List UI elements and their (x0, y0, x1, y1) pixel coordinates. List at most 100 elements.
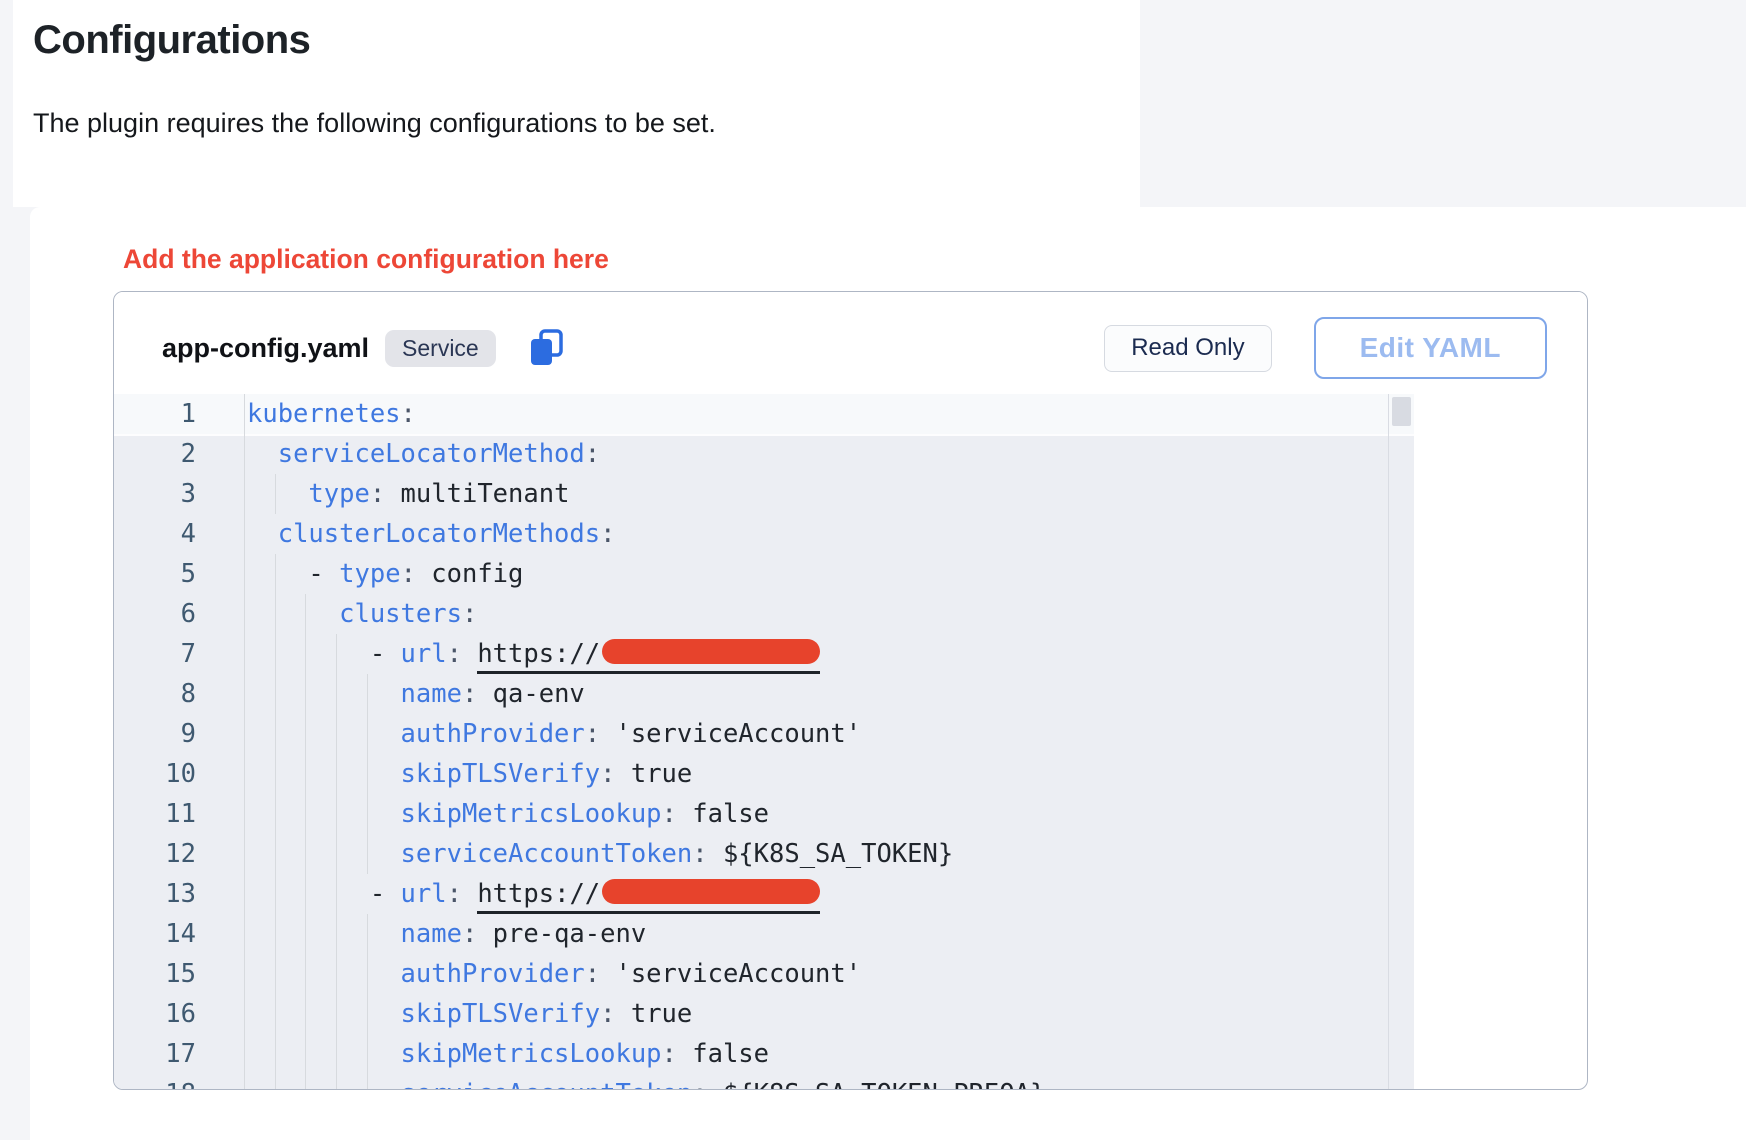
indent-guide (305, 674, 306, 714)
indent-guide (336, 754, 337, 794)
indent-guide (367, 794, 368, 834)
indent-guide (305, 834, 306, 874)
code-line: 17 skipMetricsLookup: false (114, 1034, 1414, 1074)
line-number: 5 (114, 554, 196, 594)
indent-guide (244, 914, 245, 954)
code-lines: 1kubernetes:2 serviceLocatorMethod:3 typ… (114, 394, 1414, 1090)
indent-guide (336, 914, 337, 954)
line-number: 13 (114, 874, 196, 914)
code-line: 18 serviceAccountToken: ${K8S_SA_TOKEN_P… (114, 1074, 1414, 1090)
indent-guide (275, 1074, 276, 1090)
indent-guide (244, 434, 245, 474)
code-editor[interactable]: 1kubernetes:2 serviceLocatorMethod:3 typ… (114, 394, 1414, 1090)
code-line: 7 - url: https:// (114, 634, 1414, 674)
indent-guide (244, 474, 245, 514)
code-line: 14 name: pre-qa-env (114, 914, 1414, 954)
code-line: 5 - type: config (114, 554, 1414, 594)
line-number: 7 (114, 634, 196, 674)
line-number: 8 (114, 674, 196, 714)
line-number: 9 (114, 714, 196, 754)
indent-guide (367, 674, 368, 714)
indent-guide (244, 954, 245, 994)
redaction-overlay (602, 639, 820, 664)
scrollbar-thumb[interactable] (1392, 397, 1411, 426)
indent-guide (275, 554, 276, 594)
indent-guide (244, 674, 245, 714)
filename-label: app-config.yaml (162, 333, 369, 364)
redaction-overlay (602, 879, 820, 904)
indent-guide (244, 834, 245, 874)
indent-guide (367, 834, 368, 874)
indent-guide (244, 394, 245, 434)
indent-guide (305, 754, 306, 794)
url-link[interactable]: https:// (477, 878, 820, 914)
indent-guide (275, 914, 276, 954)
code-line: 4 clusterLocatorMethods: (114, 514, 1414, 554)
indent-guide (305, 994, 306, 1034)
indent-guide (275, 634, 276, 674)
indent-guide (305, 634, 306, 674)
indent-guide (275, 1034, 276, 1074)
line-number: 12 (114, 834, 196, 874)
line-number: 1 (114, 394, 196, 434)
url-link[interactable]: https:// (477, 638, 820, 674)
indent-guide (275, 954, 276, 994)
code-line: 11 skipMetricsLookup: false (114, 794, 1414, 834)
indent-guide (336, 794, 337, 834)
indent-guide (336, 1034, 337, 1074)
indent-guide (244, 1034, 245, 1074)
code-line: 9 authProvider: 'serviceAccount' (114, 714, 1414, 754)
indent-guide (244, 794, 245, 834)
indent-guide (367, 1074, 368, 1090)
indent-guide (336, 674, 337, 714)
indent-guide (367, 1034, 368, 1074)
indent-guide (305, 1034, 306, 1074)
line-number: 6 (114, 594, 196, 634)
code-line: 1kubernetes: (114, 394, 1414, 434)
code-line: 6 clusters: (114, 594, 1414, 634)
code-line: 13 - url: https:// (114, 874, 1414, 914)
indent-guide (244, 994, 245, 1034)
indent-guide (244, 594, 245, 634)
indent-guide (336, 834, 337, 874)
read-only-button[interactable]: Read Only (1104, 325, 1271, 372)
indent-guide (336, 954, 337, 994)
scrollbar-track (1388, 394, 1389, 1090)
indent-guide (367, 914, 368, 954)
indent-guide (244, 514, 245, 554)
indent-guide (367, 754, 368, 794)
line-number: 18 (114, 1074, 196, 1090)
indent-guide (305, 794, 306, 834)
indent-guide (275, 994, 276, 1034)
indent-guide (305, 874, 306, 914)
code-line: 12 serviceAccountToken: ${K8S_SA_TOKEN} (114, 834, 1414, 874)
code-line: 10 skipTLSVerify: true (114, 754, 1414, 794)
line-number: 17 (114, 1034, 196, 1074)
indent-guide (336, 874, 337, 914)
indent-guide (336, 634, 337, 674)
indent-guide (367, 954, 368, 994)
indent-guide (305, 914, 306, 954)
indent-guide (275, 794, 276, 834)
indent-guide (244, 874, 245, 914)
indent-guide (244, 554, 245, 594)
code-line: 16 skipTLSVerify: true (114, 994, 1414, 1034)
line-number: 15 (114, 954, 196, 994)
editor-header: app-config.yaml Service Read Only Edit Y… (114, 292, 1587, 394)
code-line: 8 name: qa-env (114, 674, 1414, 714)
code-line: 2 serviceLocatorMethod: (114, 434, 1414, 474)
indent-guide (305, 1074, 306, 1090)
copy-icon[interactable] (528, 328, 566, 368)
indent-guide (275, 834, 276, 874)
indent-guide (275, 674, 276, 714)
code-line: 3 type: multiTenant (114, 474, 1414, 514)
indent-guide (244, 1074, 245, 1090)
config-card: app-config.yaml Service Read Only Edit Y… (113, 291, 1588, 1090)
page-title: Configurations (33, 18, 310, 63)
indent-guide (336, 1074, 337, 1090)
indent-guide (244, 634, 245, 674)
indent-guide (305, 714, 306, 754)
service-badge: Service (385, 330, 496, 367)
edit-yaml-button[interactable]: Edit YAML (1314, 317, 1547, 379)
callout-label: Add the application configuration here (123, 244, 609, 275)
